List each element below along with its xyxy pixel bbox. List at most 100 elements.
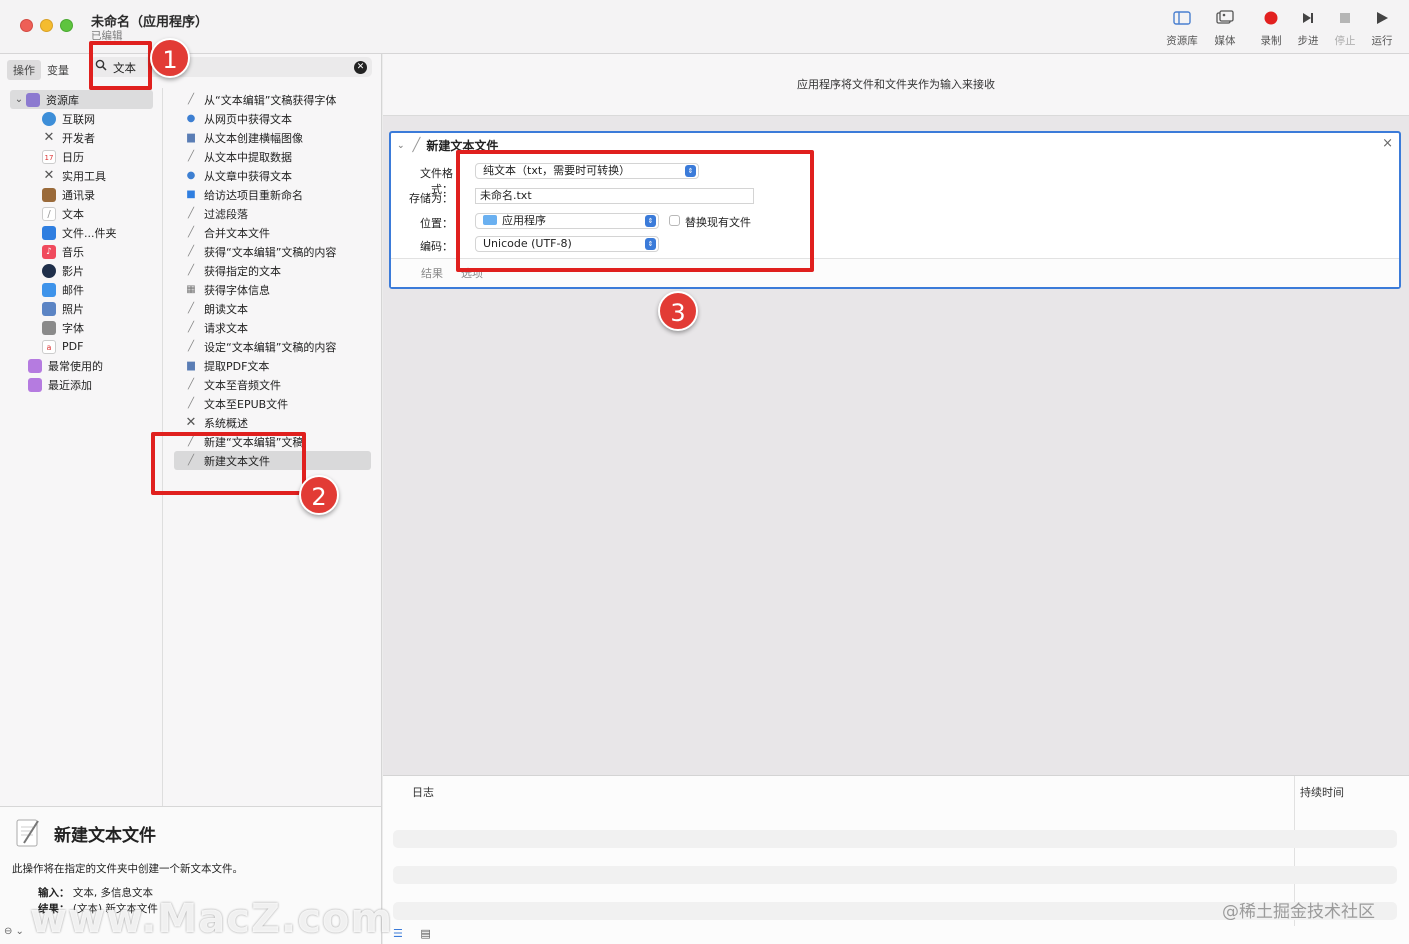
tab-actions[interactable]: 操作 bbox=[7, 60, 41, 80]
tools-icon: ✕ bbox=[185, 414, 197, 430]
library-item-label: 开发者 bbox=[62, 131, 95, 145]
action-label: 系统概述 bbox=[204, 416, 248, 430]
log-column-header[interactable]: 日志 bbox=[412, 784, 434, 800]
description-title: 新建文本文件 bbox=[54, 826, 156, 846]
contacts-icon bbox=[42, 187, 56, 202]
document-icon: ╱ bbox=[187, 93, 195, 105]
annotation-box-3 bbox=[456, 150, 814, 272]
annotation-box-2 bbox=[151, 432, 306, 495]
action-item[interactable]: ▦ 获得字体信息 bbox=[184, 280, 270, 299]
action-label: 从网页中获得文本 bbox=[204, 112, 292, 126]
duration-column-header[interactable]: 持续时间 bbox=[1300, 784, 1344, 800]
library-item-photos[interactable]: 照片 bbox=[42, 299, 84, 318]
close-window-button[interactable] bbox=[20, 19, 33, 32]
library-item-contacts[interactable]: 通讯录 bbox=[42, 185, 95, 204]
library-item-internet[interactable]: 互联网 bbox=[42, 109, 95, 128]
tools-icon: ✕ bbox=[43, 129, 55, 145]
smart-group-label: 最常使用的 bbox=[48, 359, 103, 373]
action-item[interactable]: ╱ 从“文本编辑”文稿获得字体 bbox=[184, 90, 336, 109]
library-item-music[interactable]: ♪ 音乐 bbox=[42, 242, 84, 261]
library-toolbar-label: 资源库 bbox=[1166, 35, 1198, 47]
record-icon bbox=[1251, 10, 1291, 30]
fonts-icon: ▦ bbox=[186, 283, 196, 295]
document-icon: ╱ bbox=[187, 321, 195, 333]
annotation-badge-1: 1 bbox=[150, 38, 190, 78]
library-root-label: 资源库 bbox=[46, 93, 79, 107]
annotation-box-1 bbox=[89, 41, 152, 90]
media-toolbar-label: 媒体 bbox=[1214, 35, 1236, 47]
clear-search-icon[interactable]: ✕ bbox=[354, 61, 367, 74]
document-icon: ╱ bbox=[187, 226, 195, 238]
step-toolbar-button[interactable]: 步进 bbox=[1288, 10, 1328, 48]
action-label: 从文本中提取数据 bbox=[204, 150, 292, 164]
library-item-mail[interactable]: 邮件 bbox=[42, 280, 84, 299]
action-item[interactable]: ╱ 过滤段落 bbox=[184, 204, 248, 223]
run-toolbar-button[interactable]: 运行 bbox=[1362, 10, 1402, 48]
library-segmented-control: 操作 变量 bbox=[7, 60, 75, 80]
stop-toolbar-button[interactable]: 停止 bbox=[1325, 10, 1365, 48]
log-view-toggle[interactable]: ☰ ▤ bbox=[393, 927, 431, 940]
step-icon bbox=[1288, 10, 1328, 30]
action-item[interactable]: ╱ 朗读文本 bbox=[184, 299, 248, 318]
action-item[interactable]: ✕ 系统概述 bbox=[184, 413, 248, 432]
disclosure-chevron-icon[interactable]: ⌄ bbox=[12, 94, 26, 105]
action-item[interactable]: ╱ 文本至音频文件 bbox=[184, 375, 281, 394]
library-item-label: 文件...件夹 bbox=[62, 226, 117, 240]
tab-variables[interactable]: 变量 bbox=[41, 60, 75, 80]
library-item-label: 通讯录 bbox=[62, 188, 95, 202]
library-item-fonts[interactable]: 字体 bbox=[42, 318, 84, 337]
photos-icon bbox=[42, 301, 56, 316]
document-icon: ╱ bbox=[187, 302, 195, 314]
media-toolbar-button[interactable]: 媒体 bbox=[1205, 10, 1245, 48]
action-item[interactable]: ╱ 从文本中提取数据 bbox=[184, 147, 292, 166]
document-icon: ╱ bbox=[187, 264, 195, 276]
library-item-text[interactable]: / 文本 bbox=[42, 204, 84, 223]
action-label: 从“文本编辑”文稿获得字体 bbox=[204, 93, 337, 107]
library-item-utilities[interactable]: ✕ 实用工具 bbox=[42, 166, 106, 185]
library-item-label: 文本 bbox=[62, 207, 84, 221]
action-label: 文本至音频文件 bbox=[204, 378, 281, 392]
safari-icon: ● bbox=[186, 112, 196, 124]
results-tab[interactable]: 结果 bbox=[421, 265, 443, 281]
collapse-chevron-icon[interactable]: ⌄ bbox=[397, 141, 405, 151]
log-row bbox=[393, 830, 1397, 848]
action-item[interactable]: ● 从文章中获得文本 bbox=[184, 166, 292, 185]
remove-action-icon[interactable]: × bbox=[1382, 136, 1393, 151]
smart-group-recently-added[interactable]: 最近添加 bbox=[28, 375, 92, 394]
action-item[interactable]: ▆ 提取PDF文本 bbox=[184, 356, 269, 375]
action-item[interactable]: ■ 给访达项目重新命名 bbox=[184, 185, 303, 204]
minimize-window-button[interactable] bbox=[40, 19, 53, 32]
annotation-badge-3: 3 bbox=[658, 291, 698, 331]
stop-toolbar-label: 停止 bbox=[1334, 35, 1356, 47]
document-icon: ╱ bbox=[187, 207, 195, 219]
description-text: 此操作将在指定的文件夹中创建一个新文本文件。 bbox=[12, 863, 243, 875]
library-toolbar-button[interactable]: 资源库 bbox=[1162, 10, 1202, 48]
action-item[interactable]: ╱ 获得指定的文本 bbox=[184, 261, 281, 280]
action-item[interactable]: ▆ 从文本创建横幅图像 bbox=[184, 128, 303, 147]
action-item[interactable]: ╱ 请求文本 bbox=[184, 318, 248, 337]
smart-group-most-used[interactable]: 最常使用的 bbox=[28, 356, 103, 375]
action-menu-button[interactable]: ⊖ ⌄ bbox=[4, 926, 24, 937]
library-item-label: 音乐 bbox=[62, 245, 84, 259]
library-icon bbox=[26, 92, 40, 107]
action-label: 朗读文本 bbox=[204, 302, 248, 316]
log-row bbox=[393, 866, 1397, 884]
step-toolbar-label: 步进 bbox=[1297, 35, 1319, 47]
action-item[interactable]: ╱ 设定“文本编辑”文稿的内容 bbox=[184, 337, 336, 356]
document-icon: ╱ bbox=[187, 378, 195, 390]
action-item[interactable]: ╱ 合并文本文件 bbox=[184, 223, 270, 242]
action-item[interactable]: ╱ 获得“文本编辑”文稿的内容 bbox=[184, 242, 336, 261]
library-item-developer[interactable]: ✕ 开发者 bbox=[42, 128, 95, 147]
action-item[interactable]: ╱ 文本至EPUB文件 bbox=[184, 394, 288, 413]
library-root[interactable]: ⌄ 资源库 bbox=[10, 90, 153, 109]
workflow-header: 应用程序将文件和文件夹作为输入来接收 bbox=[383, 54, 1409, 116]
action-item[interactable]: ● 从网页中获得文本 bbox=[184, 109, 292, 128]
library-item-files-folders[interactable]: 文件...件夹 bbox=[42, 223, 117, 242]
zoom-window-button[interactable] bbox=[60, 19, 73, 32]
library-item-movies[interactable]: 影片 bbox=[42, 261, 84, 280]
record-toolbar-button[interactable]: 录制 bbox=[1251, 10, 1291, 48]
smart-folder-icon bbox=[28, 358, 42, 373]
location-label: 位置： bbox=[420, 217, 453, 230]
library-item-calendar[interactable]: 17 日历 bbox=[42, 147, 84, 166]
library-item-pdf[interactable]: a PDF bbox=[42, 337, 83, 356]
